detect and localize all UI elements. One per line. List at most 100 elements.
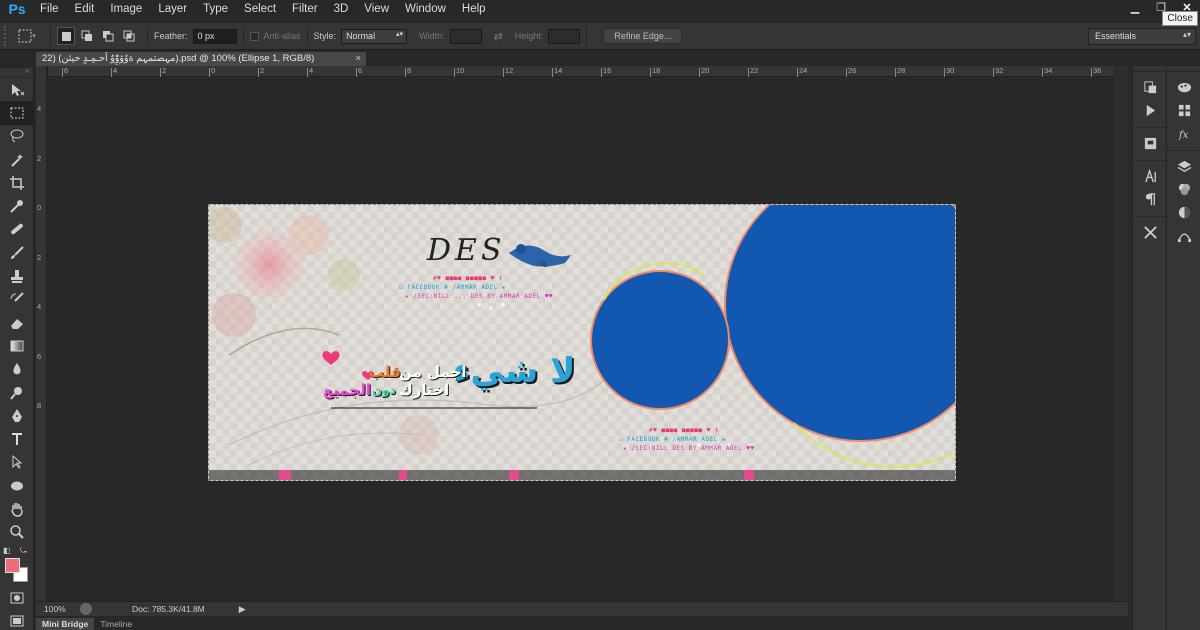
lasso-tool[interactable] <box>0 125 34 148</box>
horizontal-ruler[interactable]: 64202468101214161820222426283032343638 <box>48 66 1150 77</box>
type-tool[interactable] <box>0 427 34 450</box>
healing-brush-tool[interactable] <box>0 218 34 241</box>
menu-select[interactable]: Select <box>236 0 284 18</box>
des-logo: DES <box>427 233 506 268</box>
antialias-checkbox[interactable] <box>249 31 259 41</box>
menu-image[interactable]: Image <box>102 0 150 18</box>
feather-input[interactable]: 0 px <box>192 28 237 44</box>
minimize-button[interactable]: ▁ <box>1122 0 1148 14</box>
swap-colors-icon[interactable]: ⤿ <box>20 546 27 556</box>
menu-edit[interactable]: Edit <box>67 0 103 18</box>
hand-tool[interactable] <box>0 497 34 520</box>
menu-window[interactable]: Window <box>397 0 454 18</box>
menu-file[interactable]: File <box>32 0 67 18</box>
subtract-from-selection-button[interactable] <box>99 27 117 45</box>
brush-tool[interactable] <box>0 241 34 264</box>
swatches-panel-button[interactable] <box>1167 99 1200 122</box>
quick-mask-button[interactable] <box>0 586 34 609</box>
character-panel-button[interactable] <box>1133 165 1167 188</box>
channels-panel-button[interactable] <box>1167 178 1200 201</box>
path-select-icon <box>12 455 23 470</box>
vertical-scrollbar[interactable] <box>1114 66 1128 601</box>
style-select[interactable]: Normal ▴▾ <box>341 28 408 44</box>
screen-mode-button[interactable] <box>0 609 34 630</box>
quick-selection-tool[interactable] <box>0 148 34 171</box>
styles-panel-button[interactable]: fx <box>1167 122 1200 145</box>
zoom-level[interactable]: 100% <box>36 604 74 614</box>
tab-timeline[interactable]: Timeline <box>94 618 138 630</box>
menu-type[interactable]: Type <box>195 0 236 18</box>
info-panel-button[interactable] <box>1133 132 1167 155</box>
layers-icon <box>1177 160 1191 172</box>
gradient-tool[interactable] <box>0 334 34 357</box>
channels-icon <box>1178 183 1190 196</box>
arabic-phrase-5: الجميع <box>323 381 372 399</box>
menu-layer[interactable]: Layer <box>150 0 195 18</box>
menu-filter[interactable]: Filter <box>284 0 326 18</box>
document-tab[interactable]: 22) (مہصتمہم ةوُۆوِْْوٌ اَحـمِـدٍ حيئن).… <box>36 52 366 66</box>
ruler-tick-label: 10 <box>456 66 465 75</box>
status-menu-arrow-icon[interactable]: ▶ <box>239 604 246 615</box>
panel-dock-right: fx <box>1166 66 1200 630</box>
crop-tool[interactable] <box>0 171 34 194</box>
width-input[interactable] <box>449 28 482 44</box>
photoshop-window: Ps File Edit Image Layer Type Select Fil… <box>0 0 1200 630</box>
tools-collapse-icon[interactable]: « <box>0 68 33 78</box>
eraser-tool[interactable] <box>0 311 34 334</box>
small-blue-circle <box>590 270 730 410</box>
document-canvas[interactable]: DES #♥ ■■■■ ■■■■■ ♥ ‡ ▭ FACEBOOK # /AMMA… <box>208 204 956 481</box>
ruler-tick <box>846 68 847 77</box>
tab-mini-bridge[interactable]: Mini Bridge <box>36 618 95 630</box>
dodge-tool[interactable] <box>0 381 34 404</box>
swap-dimensions-icon[interactable]: ⇄ <box>494 30 503 43</box>
default-colors-icon[interactable]: ◧ <box>3 546 11 555</box>
menu-help[interactable]: Help <box>454 0 494 18</box>
layers-panel-button[interactable] <box>1167 155 1200 178</box>
history-panel-button[interactable] <box>1133 76 1167 99</box>
paths-icon <box>1177 233 1191 243</box>
ruler-tick-label: 14 <box>554 66 563 75</box>
ruler-tick <box>1091 68 1092 77</box>
add-to-selection-button[interactable] <box>78 27 96 45</box>
zoom-tool[interactable] <box>0 521 34 544</box>
actions-panel-button[interactable] <box>1133 99 1167 122</box>
history-brush-tool[interactable] <box>0 288 34 311</box>
new-selection-button[interactable] <box>57 27 75 45</box>
refine-edge-button[interactable]: Refine Edge... <box>603 28 683 44</box>
eyedropper-tool[interactable] <box>0 194 34 217</box>
status-bar: 100% Doc: 785.3K/41.8M ▶ <box>36 601 1128 616</box>
arabic-phrase-2: قلب <box>369 363 401 381</box>
workspace-select[interactable]: Essentials <box>1088 28 1196 45</box>
character-icon <box>1144 169 1156 183</box>
paragraph-panel-button[interactable] <box>1133 188 1167 211</box>
pen-tool[interactable] <box>0 404 34 427</box>
status-globe-icon[interactable] <box>80 603 92 615</box>
ruler-tick-label: 20 <box>701 66 710 75</box>
menu-3d[interactable]: 3D <box>326 0 357 18</box>
ruler-tick-label: 0 <box>37 203 42 212</box>
foreground-color[interactable] <box>5 557 20 573</box>
height-input[interactable] <box>548 28 581 44</box>
vertical-ruler[interactable]: 4 2 0 2 4 6 8 <box>36 66 47 601</box>
blur-tool[interactable] <box>0 358 34 381</box>
ruler-tick-label: 28 <box>897 66 906 75</box>
move-tool[interactable] <box>0 78 34 101</box>
palette-icon <box>1177 82 1191 93</box>
ruler-tick-label: 2 <box>260 66 265 75</box>
tool-preset-picker[interactable]: ▾ <box>10 26 44 46</box>
path-selection-tool[interactable] <box>0 451 34 474</box>
ruler-tick-label: 8 <box>407 66 412 75</box>
menu-view[interactable]: View <box>356 0 397 18</box>
subtract-selection-icon <box>103 31 114 42</box>
ruler-tick <box>993 68 994 77</box>
close-document-icon[interactable]: × <box>355 53 361 64</box>
adjustments-panel-button[interactable] <box>1167 201 1200 224</box>
paths-panel-button[interactable] <box>1167 224 1200 247</box>
intersect-selection-button[interactable] <box>120 27 138 45</box>
gradient-icon <box>10 340 24 352</box>
clone-stamp-tool[interactable] <box>0 264 34 287</box>
color-panel-button[interactable] <box>1167 76 1200 99</box>
tools-presets-button[interactable] <box>1133 221 1167 244</box>
rectangular-marquee-tool[interactable] <box>0 101 34 125</box>
ellipse-tool[interactable] <box>0 474 34 497</box>
